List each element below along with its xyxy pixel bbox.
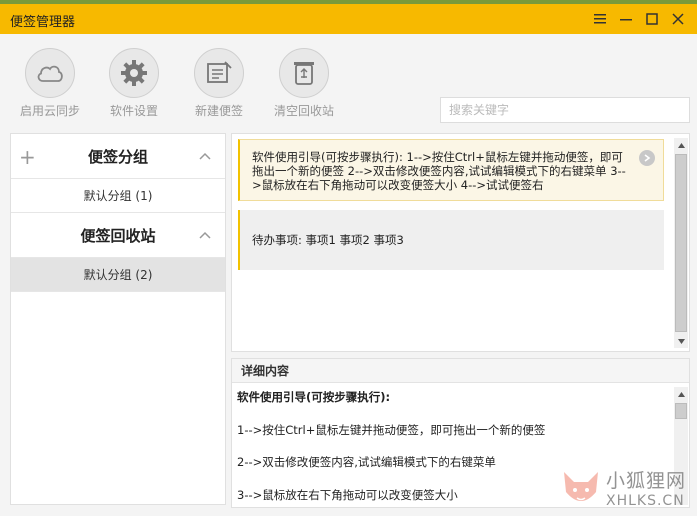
group-title: 便签回收站 (80, 226, 156, 245)
group-header-recycle-bin[interactable]: 便签回收站 (11, 213, 225, 258)
maximize-icon[interactable] (641, 8, 663, 30)
empty-recycle-bin-label: 清空回收站 (273, 104, 334, 118)
detail-line: 1-->按住Ctrl+鼠标左键并拖动便签，即可拖出一个新的便签 (237, 422, 546, 437)
watermark: 小狐狸网 XHLKS.CN (560, 466, 697, 516)
close-icon[interactable] (667, 8, 689, 30)
watermark-title: 小狐狸网 (606, 470, 687, 492)
settings-label: 软件设置 (109, 104, 158, 118)
detail-line: 软件使用引导(可按步骤执行): (237, 390, 391, 404)
cloud-sync-label: 启用云同步 (19, 104, 80, 118)
chevron-up-icon[interactable] (199, 228, 211, 242)
notes-scrollbar[interactable] (674, 138, 688, 348)
detail-header: 详细内容 (232, 359, 689, 383)
chevron-right-icon[interactable] (639, 150, 655, 166)
scrollbar-thumb[interactable] (675, 403, 687, 419)
sidebar-item-recycle-default-group[interactable]: 默认分组 (2) (11, 258, 225, 292)
cloud-sync-button[interactable]: 启用云同步 (12, 48, 88, 119)
cloud-icon (25, 48, 75, 98)
title-bar: 便签管理器 (0, 0, 697, 34)
sidebar-item-default-group[interactable]: 默认分组 (1) (11, 179, 225, 213)
sidebar: + 便签分组 默认分组 (1) 便签回收站 默认分组 (2) (10, 133, 226, 505)
settings-button[interactable]: 软件设置 (96, 48, 172, 119)
new-note-icon (194, 48, 244, 98)
notes-list: 软件使用引导(可按步骤执行): 1-->按住Ctrl+鼠标左键并拖动便签，即可拖… (231, 133, 690, 352)
group-header-notes[interactable]: + 便签分组 (11, 134, 225, 179)
menu-icon[interactable] (589, 8, 611, 30)
window-title: 便签管理器 (10, 15, 76, 30)
recycle-bin-icon (279, 48, 329, 98)
scrollbar-thumb[interactable] (675, 154, 687, 332)
empty-recycle-bin-button[interactable]: 清空回收站 (266, 48, 342, 119)
group-title: 便签分组 (87, 147, 148, 166)
search-input[interactable] (440, 97, 690, 123)
chevron-up-icon[interactable] (199, 149, 211, 163)
new-note-button[interactable]: 新建便签 (181, 48, 257, 119)
scroll-up-icon[interactable] (674, 138, 688, 152)
fox-logo-icon (564, 472, 598, 501)
note-card[interactable]: 待办事项: 事项1 事项2 事项3 (238, 210, 664, 270)
scroll-up-icon[interactable] (674, 387, 688, 401)
minimize-icon[interactable] (615, 8, 637, 30)
toolbar: 启用云同步 软件设置 新建便签 清空回收站 (0, 34, 697, 126)
scroll-down-icon[interactable] (674, 334, 688, 348)
note-text: 软件使用引导(可按步骤执行): 1-->按住Ctrl+鼠标左键并拖动便签，即可拖… (252, 150, 626, 192)
watermark-url: XHLKS.CN (606, 493, 685, 509)
window-controls (589, 8, 689, 30)
gear-icon (109, 48, 159, 98)
new-note-label: 新建便签 (194, 104, 243, 118)
add-group-icon[interactable]: + (19, 145, 36, 169)
note-card[interactable]: 软件使用引导(可按步骤执行): 1-->按住Ctrl+鼠标左键并拖动便签，即可拖… (238, 139, 664, 201)
note-text: 待办事项: 事项1 事项2 事项3 (252, 233, 404, 247)
